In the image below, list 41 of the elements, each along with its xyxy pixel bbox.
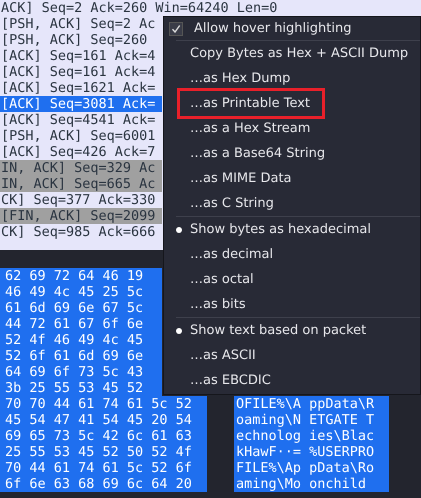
ascii-text: FILE%\Ap pData\Ro <box>234 460 389 476</box>
check-icon <box>171 24 181 34</box>
hex-bytes: 52 4f 46 49 4c 45 <box>0 332 162 348</box>
hex-bytes: 44 72 61 67 6f 6e <box>0 316 162 332</box>
hex-bytes: 64 69 6f 73 5c 43 <box>0 364 162 380</box>
ascii-text: echnolog ies\Blac <box>234 428 389 444</box>
ascii-text: oaming\N ETGATE T <box>234 412 389 428</box>
menu-item[interactable]: …as a Hex Stream <box>190 119 316 138</box>
hex-bytes: 52 6f 61 6d 69 6e <box>0 348 162 364</box>
hex-bytes: 25 55 53 45 52 50 52 4f <box>0 444 207 460</box>
ascii-text: kHawF··= %USERPRO <box>234 444 389 460</box>
hex-bytes: 3b 25 55 53 45 52 <box>0 380 162 396</box>
menu-item[interactable]: …as EBCDIC <box>190 371 277 390</box>
menu-item[interactable]: …as octal <box>190 270 260 289</box>
hex-bytes: 62 69 72 64 46 19 <box>0 268 162 284</box>
ascii-text: OFILE%\A ppData\R <box>234 396 389 412</box>
hex-bytes: 70 70 44 61 74 61 5c 52 <box>0 396 207 412</box>
hex-bytes: 61 6d 69 6e 67 5c <box>0 300 162 316</box>
checkbox[interactable] <box>169 22 183 36</box>
hex-bytes: 46 49 4c 45 25 5c <box>0 284 162 300</box>
menu-item[interactable]: …as Printable Text <box>177 88 326 119</box>
packet-row[interactable]: IN, ACK] Seq=329 Ac <box>0 160 162 176</box>
menu-item[interactable]: Show bytes as hexadecimal <box>190 220 377 239</box>
menu-item[interactable]: Copy Bytes as Hex + ASCII Dump <box>190 44 414 63</box>
menu-item[interactable]: …as decimal <box>190 245 280 264</box>
menu-item[interactable]: …as Hex Dump <box>190 69 296 88</box>
packet-row[interactable]: IN, ACK] Seq=665 Ac <box>0 176 162 192</box>
hex-bytes: 69 65 73 5c 42 6c 61 63 <box>0 428 207 444</box>
hex-bytes: 6f 6e 63 68 69 6c 64 20 <box>0 476 207 492</box>
menu-item[interactable]: …as MIME Data <box>190 169 298 188</box>
menu-item[interactable]: …as C String <box>190 194 280 213</box>
ascii-text: aming\Mo onchild <box>234 476 389 492</box>
packet-row[interactable]: [FIN, ACK] Seq=2099 <box>0 208 162 224</box>
hex-bytes: 45 54 47 41 54 45 20 54 <box>0 412 207 428</box>
menu-item[interactable]: …as a Base64 String <box>190 144 332 163</box>
menu-item[interactable]: Show text based on packet <box>190 321 372 340</box>
menu-item[interactable]: …as ASCII <box>190 346 262 365</box>
hex-bytes: 70 44 61 74 61 5c 52 6f <box>0 460 207 476</box>
menu-item[interactable]: …as bits <box>190 295 252 314</box>
packet-row[interactable]: [ACK] Seq=3081 Ack= <box>0 96 162 112</box>
menu-item[interactable]: Allow hover highlighting <box>164 17 420 40</box>
